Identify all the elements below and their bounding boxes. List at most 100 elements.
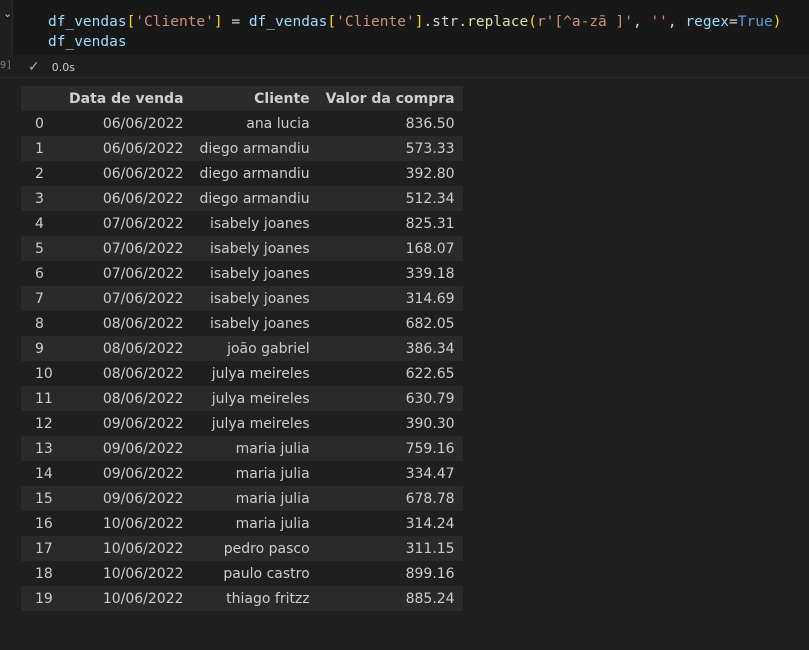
cell-data-de-venda: 10/06/2022 [61,511,192,536]
table-row: 12 09/06/2022 julya meireles 390.30 [21,411,463,436]
cell-cliente: isabely joanes [191,261,318,286]
table-row: 4 07/06/2022 isabely joanes 825.31 [21,211,463,236]
cell-cliente: ana lucia [191,111,318,136]
row-index: 10 [21,361,61,386]
table-row: 6 07/06/2022 isabely joanes 339.18 [21,261,463,286]
cell-data-de-venda: 08/06/2022 [61,361,192,386]
cell-data-de-venda: 09/06/2022 [61,486,192,511]
execution-count: 9] [0,60,13,71]
cell-data-de-venda: 07/06/2022 [61,286,192,311]
table-row: 5 07/06/2022 isabely joanes 168.07 [21,236,463,261]
cell-data-de-venda: 10/06/2022 [61,586,192,611]
table-body: 0 06/06/2022 ana lucia 836.50 1 06/06/2022 die… [21,111,463,611]
table-row: 10 08/06/2022 julya meireles 622.65 [21,361,463,386]
cell-valor-da-compra: 390.30 [317,411,463,436]
check-icon: ✓ [28,59,40,75]
cell-valor-da-compra: 392.80 [317,161,463,186]
table-row: 2 06/06/2022 diego armandiu 392.80 [21,161,463,186]
cell-cliente: pedro pasco [191,536,318,561]
cell-data-de-venda: 06/06/2022 [61,186,192,211]
cell-data-de-venda: 06/06/2022 [61,111,192,136]
table-row: 19 10/06/2022 thiago fritzz 885.24 [21,586,463,611]
cell-cliente: maria julia [191,436,318,461]
cell-cliente: joão gabriel [191,336,318,361]
cell-valor-da-compra: 678.78 [317,486,463,511]
chevron-down-icon[interactable]: ⌄ [3,7,12,20]
cell-valor-da-compra: 682.05 [317,311,463,336]
dataframe-table: Data de venda Cliente Valor da compra 00… [21,86,463,611]
code-line-1: df_vendas['Cliente'] = df_vendas['Client… [48,14,782,30]
row-index: 3 [21,186,61,211]
row-index: 17 [21,536,61,561]
row-index: 6 [21,261,61,286]
header-data-de-venda: Data de venda [61,86,192,111]
table-row: 8 08/06/2022 isabely joanes 682.05 [21,311,463,336]
row-index: 9 [21,336,61,361]
cell-cliente: maria julia [191,511,318,536]
cell-valor-da-compra: 836.50 [317,111,463,136]
table-header-row: Data de venda Cliente Valor da compra [21,86,463,111]
cell-data-de-venda: 08/06/2022 [61,386,192,411]
row-index: 1 [21,136,61,161]
cell-data-de-venda: 07/06/2022 [61,261,192,286]
cell-valor-da-compra: 314.24 [317,511,463,536]
cell-data-de-venda: 07/06/2022 [61,211,192,236]
row-index: 14 [21,461,61,486]
cell-data-de-venda: 09/06/2022 [61,436,192,461]
cell-data-de-venda: 09/06/2022 [61,411,192,436]
cell-cliente: julya meireles [191,361,318,386]
cell-cliente: maria julia [191,486,318,511]
cell-valor-da-compra: 825.31 [317,211,463,236]
table-row: 16 10/06/2022 maria julia 314.24 [21,511,463,536]
cell-cliente: isabely joanes [191,211,318,236]
cell-data-de-venda: 06/06/2022 [61,136,192,161]
cell-data-de-venda: 10/06/2022 [61,536,192,561]
cell-data-de-venda: 09/06/2022 [61,461,192,486]
header-valor-da-compra: Valor da compra [317,86,463,111]
cell-valor-da-compra: 168.07 [317,236,463,261]
table-row: 0 06/06/2022 ana lucia 836.50 [21,111,463,136]
table-row: 17 10/06/2022 pedro pasco 311.15 [21,536,463,561]
cell-valor-da-compra: 759.16 [317,436,463,461]
table-row: 9 08/06/2022 joão gabriel 386.34 [21,336,463,361]
cell-data-de-venda: 06/06/2022 [61,161,192,186]
header-index [21,86,61,111]
execution-time: 0.0s [51,60,75,74]
cell-cliente: thiago fritzz [191,586,318,611]
table-row: 11 08/06/2022 julya meireles 630.79 [21,386,463,411]
code-text[interactable]: df_vendas['Cliente'] = df_vendas['Client… [48,12,781,52]
cell-valor-da-compra: 512.34 [317,186,463,211]
table-row: 1 06/06/2022 diego armandiu 573.33 [21,136,463,161]
row-index: 2 [21,161,61,186]
table-row: 7 07/06/2022 isabely joanes 314.69 [21,286,463,311]
cell-cliente: isabely joanes [191,236,318,261]
cell-cliente: paulo castro [191,561,318,586]
row-index: 15 [21,486,61,511]
table-row: 14 09/06/2022 maria julia 334.47 [21,461,463,486]
cell-data-de-venda: 07/06/2022 [61,236,192,261]
row-index: 4 [21,211,61,236]
row-index: 18 [21,561,61,586]
row-index: 13 [21,436,61,461]
cell-data-de-venda: 08/06/2022 [61,336,192,361]
row-index: 19 [21,586,61,611]
cell-valor-da-compra: 573.33 [317,136,463,161]
cell-valor-da-compra: 386.34 [317,336,463,361]
row-index: 12 [21,411,61,436]
row-index: 8 [21,311,61,336]
cell-data-de-venda: 08/06/2022 [61,311,192,336]
cell-valor-da-compra: 885.24 [317,586,463,611]
cell-data-de-venda: 10/06/2022 [61,561,192,586]
cell-cliente: isabely joanes [191,286,318,311]
cell-cliente: diego armandiu [191,136,318,161]
code-editor[interactable]: df_vendas['Cliente'] = df_vendas['Client… [12,0,809,55]
execution-status: ✓ 0.0s [28,58,75,76]
row-index: 16 [21,511,61,536]
code-line-2: df_vendas [48,34,127,50]
cell-valor-da-compra: 630.79 [317,386,463,411]
cell-cliente: diego armandiu [191,161,318,186]
cell-valor-da-compra: 311.15 [317,536,463,561]
code-cell[interactable]: ⌄ 9] df_vendas['Cliente'] = df_vendas['C… [0,0,809,78]
row-index: 11 [21,386,61,411]
cell-valor-da-compra: 622.65 [317,361,463,386]
